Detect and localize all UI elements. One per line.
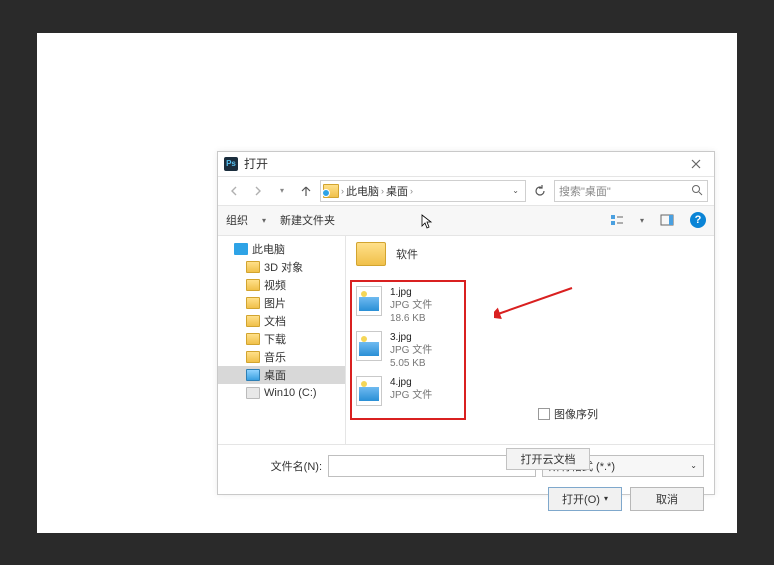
nav-back-button[interactable] — [224, 181, 244, 201]
cursor-icon — [421, 214, 433, 233]
folder-label: 软件 — [396, 246, 418, 262]
preview-pane-button[interactable] — [658, 211, 676, 229]
sidebar-item-label: 音乐 — [264, 349, 286, 365]
fold-b-icon — [246, 369, 260, 381]
sidebar-item[interactable]: 图片 — [218, 294, 345, 312]
close-button[interactable] — [684, 155, 708, 173]
chevron-down-icon: ▾ — [262, 216, 266, 225]
sidebar-item-label: 视频 — [264, 277, 286, 293]
chevron-right-icon: › — [410, 186, 413, 196]
chevron-right-icon: › — [341, 186, 344, 196]
file-item[interactable]: 1.jpgJPG 文件18.6 KB — [356, 286, 460, 325]
sidebar-item[interactable]: 文档 — [218, 312, 345, 330]
chevron-down-icon: ▾ — [604, 494, 608, 503]
sidebar-item-label: 此电脑 — [252, 241, 285, 257]
dialog-title: 打开 — [244, 155, 684, 172]
titlebar: Ps 打开 — [218, 152, 714, 176]
search-placeholder: 搜索"桌面" — [559, 183, 611, 199]
file-size: 18.6 KB — [390, 312, 432, 325]
folder-icon — [323, 184, 339, 198]
dialog-footer: 文件名(N): 所有格式 (*.*) ⌄ 打开(O) ▾ 取消 — [218, 444, 714, 521]
fold-y-icon — [246, 333, 260, 345]
nav-up-button[interactable] — [296, 181, 316, 201]
sidebar-item[interactable]: 3D 对象 — [218, 258, 345, 276]
refresh-button[interactable] — [530, 181, 550, 201]
fold-y-icon — [246, 261, 260, 273]
disk-icon — [246, 387, 260, 399]
sidebar-item-label: 图片 — [264, 295, 286, 311]
sidebar-item[interactable]: 音乐 — [218, 348, 345, 366]
address-dropdown-icon[interactable]: ⌄ — [508, 186, 523, 195]
file-type: JPG 文件 — [390, 389, 432, 402]
fold-y-icon — [246, 315, 260, 327]
image-file-icon — [356, 286, 382, 316]
new-folder-button[interactable]: 新建文件夹 — [280, 212, 335, 228]
fold-y-icon — [246, 297, 260, 309]
open-file-dialog: Ps 打开 ▾ › 此电脑 › 桌面 › — [217, 151, 715, 495]
sidebar-item[interactable]: 桌面 — [218, 366, 345, 384]
breadcrumb-desktop[interactable]: 桌面 — [386, 183, 408, 199]
annotation-arrow — [494, 284, 574, 324]
sidebar-item-label: 桌面 — [264, 367, 286, 383]
search-icon — [691, 184, 703, 199]
sidebar-item[interactable]: 此电脑 — [218, 240, 345, 258]
file-size: 5.05 KB — [390, 357, 432, 370]
image-sequence-checkbox[interactable]: 图像序列 — [538, 406, 598, 422]
chevron-down-icon: ⌄ — [690, 461, 697, 470]
open-button[interactable]: 打开(O) ▾ — [548, 487, 622, 511]
file-type: JPG 文件 — [390, 299, 432, 312]
sidebar-item-label: 下载 — [264, 331, 286, 347]
fold-y-icon — [246, 279, 260, 291]
folder-item[interactable]: 软件 — [356, 242, 704, 266]
fold-y-icon — [246, 351, 260, 363]
sidebar-item[interactable]: Win10 (C:) — [218, 384, 345, 402]
view-options-button[interactable] — [608, 211, 626, 229]
sidebar-item-label: 文档 — [264, 313, 286, 329]
file-name: 3.jpg — [390, 331, 432, 344]
organize-menu[interactable]: 组织 — [226, 212, 248, 228]
filename-label: 文件名(N): — [228, 458, 322, 474]
file-name: 4.jpg — [390, 376, 432, 389]
file-list-pane[interactable]: 软件 1.jpgJPG 文件18.6 KB3.jpgJPG 文件5.05 KB4… — [346, 236, 714, 444]
breadcrumb-pc[interactable]: 此电脑 — [346, 183, 379, 199]
file-item[interactable]: 4.jpgJPG 文件 — [356, 376, 460, 406]
checkbox-icon — [538, 408, 550, 420]
filename-input[interactable] — [328, 455, 536, 477]
sidebar-item-label: 3D 对象 — [264, 259, 303, 275]
search-input[interactable]: 搜索"桌面" — [554, 180, 708, 202]
photoshop-icon: Ps — [224, 157, 238, 171]
file-type: JPG 文件 — [390, 344, 432, 357]
file-item[interactable]: 3.jpgJPG 文件5.05 KB — [356, 331, 460, 370]
sidebar-item[interactable]: 视频 — [218, 276, 345, 294]
nav-dropdown[interactable]: ▾ — [272, 181, 292, 201]
image-file-icon — [356, 331, 382, 361]
highlight-box: 1.jpgJPG 文件18.6 KB3.jpgJPG 文件5.05 KB4.jp… — [350, 280, 466, 420]
folder-icon — [356, 242, 386, 266]
sidebar: 此电脑 3D 对象视频图片文档下载音乐桌面 Win10 (C:) — [218, 236, 346, 444]
nav-row: ▾ › 此电脑 › 桌面 › ⌄ 搜索"桌面" — [218, 176, 714, 206]
checkbox-label: 图像序列 — [554, 406, 598, 422]
sidebar-item[interactable]: 下载 — [218, 330, 345, 348]
toolbar: 组织 ▾ 新建文件夹 ▾ ? — [218, 206, 714, 236]
monitor-icon — [234, 243, 248, 255]
nav-forward-button[interactable] — [248, 181, 268, 201]
file-name: 1.jpg — [390, 286, 432, 299]
sidebar-item-label: Win10 (C:) — [264, 387, 317, 399]
chevron-right-icon: › — [381, 186, 384, 196]
help-button[interactable]: ? — [690, 212, 706, 228]
chevron-down-icon: ▾ — [640, 216, 644, 225]
address-bar[interactable]: › 此电脑 › 桌面 › ⌄ — [320, 180, 526, 202]
open-cloud-button[interactable]: 打开云文档 — [506, 448, 590, 470]
cancel-button[interactable]: 取消 — [630, 487, 704, 511]
image-file-icon — [356, 376, 382, 406]
